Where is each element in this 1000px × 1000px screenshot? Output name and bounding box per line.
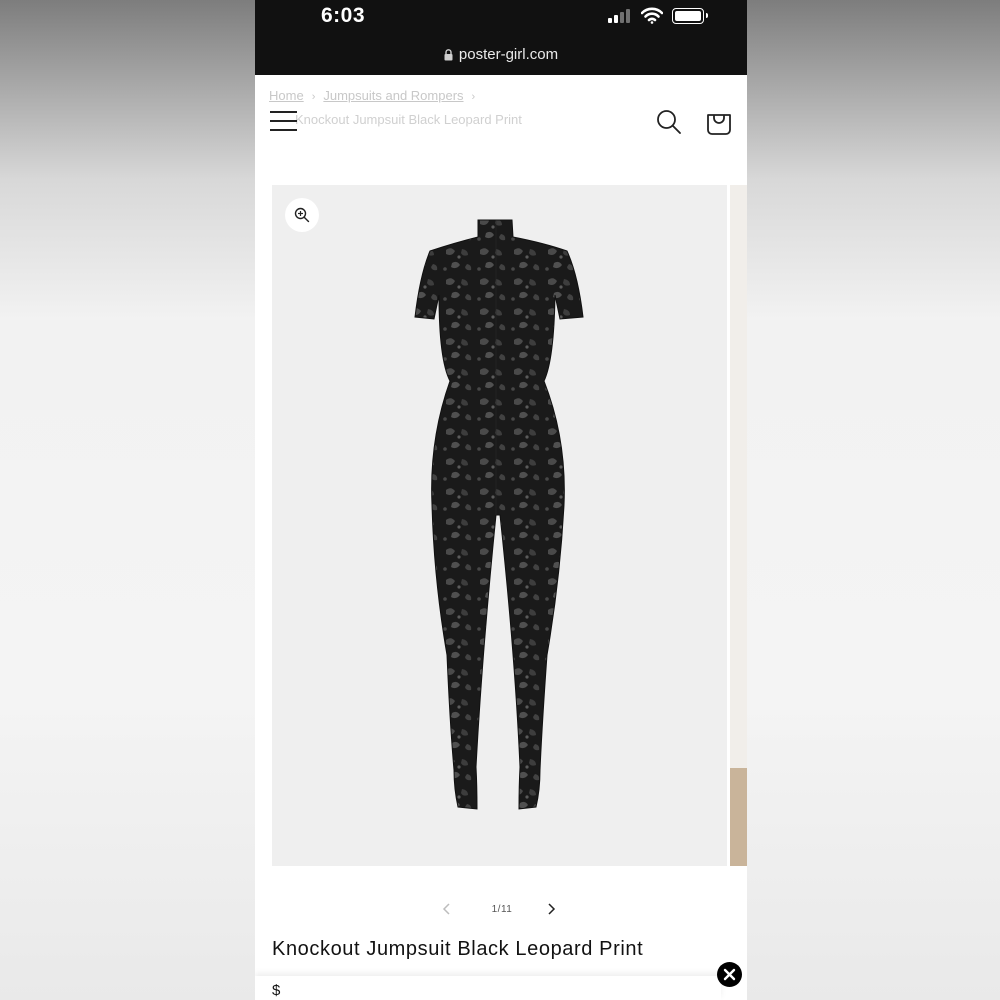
close-button[interactable] (717, 962, 742, 987)
zoom-button[interactable] (285, 198, 319, 232)
breadcrumb-home-link[interactable]: Home (269, 88, 304, 103)
product-image-gallery[interactable] (272, 185, 727, 866)
breadcrumb: Home › Jumpsuits and Rompers › (269, 88, 476, 103)
cellular-signal-icon (608, 9, 632, 23)
wifi-icon (641, 7, 663, 24)
chevron-left-icon[interactable] (441, 902, 453, 916)
menu-button[interactable] (270, 109, 297, 133)
address-bar[interactable]: poster-girl.com (255, 46, 747, 63)
next-slide-preview[interactable] (730, 185, 747, 866)
lock-icon (444, 49, 453, 61)
product-image (414, 219, 584, 810)
product-title: Knockout Jumpsuit Black Leopard Print (272, 938, 644, 960)
jumpsuit-illustration (414, 219, 584, 810)
status-time: 6:03 (321, 4, 366, 27)
breadcrumb-current: Knockout Jumpsuit Black Leopard Print (295, 112, 522, 127)
battery-icon (672, 8, 708, 24)
breadcrumb-category-link[interactable]: Jumpsuits and Rompers (323, 88, 463, 103)
sticky-price-bar (255, 976, 721, 1000)
gallery-pager: 1/11 (255, 898, 747, 924)
search-icon[interactable] (656, 109, 682, 135)
phone-screen: 6:03 poster-girl.com Home › Jumpsuits and … (255, 0, 747, 1000)
hamburger-icon (270, 111, 297, 113)
site-header: Home › Jumpsuits and Rompers › Knockout Jum… (255, 75, 747, 185)
close-icon (723, 968, 736, 981)
product-price: $ (272, 982, 281, 999)
slide-counter: 1/11 (491, 904, 513, 915)
status-bar: 6:03 poster-girl.com (255, 0, 747, 75)
url-text: poster-girl.com (458, 46, 559, 63)
chevron-right-icon[interactable] (545, 902, 557, 916)
cart-icon[interactable] (706, 107, 732, 135)
zoom-in-icon (294, 207, 310, 223)
